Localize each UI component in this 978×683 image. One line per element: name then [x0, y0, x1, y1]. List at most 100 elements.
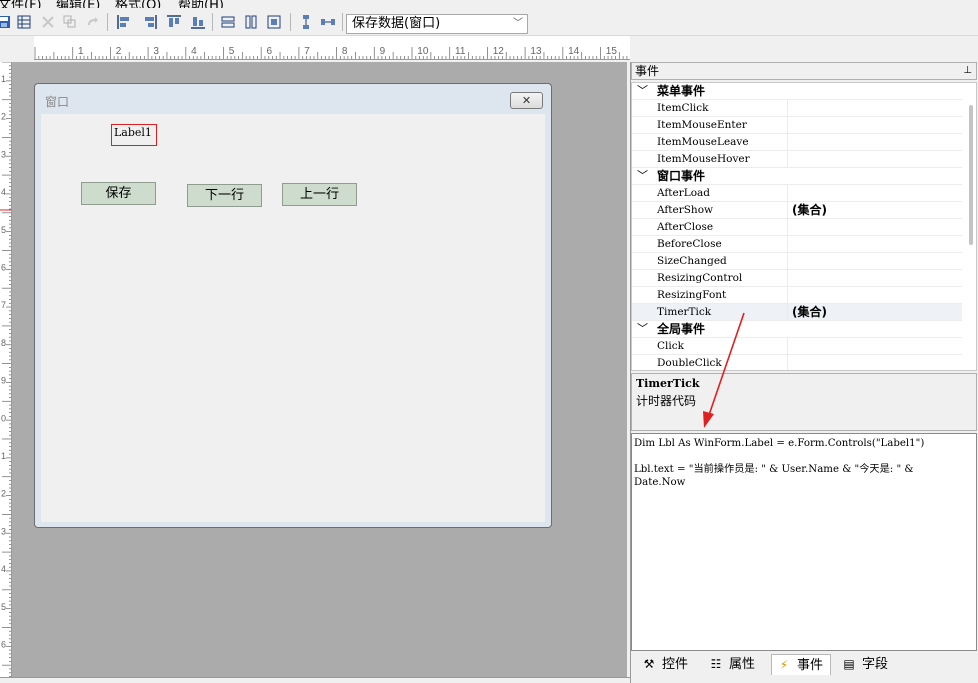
event-category[interactable]: ﹀ 全局事件: [632, 321, 962, 338]
category-label: 全局事件: [657, 322, 706, 336]
ruler-label: 6: [1, 640, 6, 650]
ruler-label: 8: [342, 46, 348, 57]
events-panel: 事件 ⊥ ﹀ 菜单事件 ItemClick ItemMouseEnter ItemMou…: [630, 62, 978, 683]
redo-icon[interactable]: [84, 14, 100, 30]
code-line: Date.Now: [634, 477, 686, 488]
event-name: ResizingControl: [657, 270, 788, 287]
code-editor[interactable]: Dim Lbl As WinForm.Label = e.Form.Contro…: [631, 433, 977, 651]
align-right-icon[interactable]: [142, 14, 158, 30]
event-row[interactable]: ItemMouseHover: [632, 151, 962, 168]
event-row[interactable]: TimerTick (集合): [632, 304, 962, 321]
tab-controls[interactable]: ⚒ 控件: [641, 654, 703, 675]
toolbar-separator: [342, 13, 343, 31]
event-row[interactable]: ResizingControl: [632, 270, 962, 287]
align-top-icon[interactable]: [166, 14, 182, 30]
panel-tabs: ⚒ 控件 ☷ 属性 ⚡ 事件 ▤ 字段: [631, 653, 977, 677]
event-row[interactable]: AfterShow (集合): [632, 202, 962, 219]
event-row[interactable]: AfterClose: [632, 219, 962, 236]
copy-icon[interactable]: [62, 14, 78, 30]
save-button[interactable]: 保存: [81, 182, 156, 205]
event-row[interactable]: Click: [632, 338, 962, 355]
same-height-icon[interactable]: [243, 14, 259, 30]
description-text: 计时器代码: [636, 394, 697, 408]
vertical-spacing-icon[interactable]: [298, 14, 314, 30]
toolbar-separator: [212, 13, 213, 31]
ruler-label: 3: [1, 526, 6, 536]
ruler-label: 15: [606, 46, 618, 57]
toolbar: 保存数据(窗口) ﹀: [0, 8, 978, 36]
chevron-down-icon[interactable]: ﹀: [637, 321, 648, 337]
tab-events[interactable]: ⚡ 事件: [771, 654, 831, 675]
align-bottom-icon[interactable]: [190, 14, 206, 30]
chevron-down-icon[interactable]: ﹀: [637, 83, 648, 99]
event-name: ResizingFont: [657, 287, 788, 304]
ruler-label: 3: [1, 149, 6, 159]
event-description: TimerTick 计时器代码: [631, 373, 977, 431]
event-row[interactable]: BeforeClose: [632, 236, 962, 253]
tab-properties[interactable]: ☷ 属性: [708, 654, 770, 675]
next-row-button[interactable]: 下一行: [187, 184, 262, 207]
event-name: ItemClick: [657, 100, 788, 117]
event-name: AfterLoad: [657, 185, 788, 202]
event-value: (集合): [792, 305, 827, 319]
horizontal-spacing-icon[interactable]: [320, 14, 336, 30]
form-body[interactable]: Label1 保存 下一行 上一行: [41, 114, 545, 522]
ruler-label: 8: [1, 338, 6, 348]
align-left-icon[interactable]: [116, 14, 132, 30]
vertical-ruler: 1 2 3 4 5 6 7 8 9 0 1 2 3 4 5 6: [0, 62, 12, 677]
properties-icon: ☷: [710, 657, 722, 671]
event-category[interactable]: ﹀ 窗口事件: [632, 168, 962, 185]
ruler-label: 4: [1, 187, 6, 197]
event-row[interactable]: ItemClick: [632, 100, 962, 117]
chevron-down-icon[interactable]: ﹀: [637, 168, 648, 184]
event-name: ItemMouseHover: [657, 151, 788, 168]
grid-icon[interactable]: [16, 14, 32, 30]
form-title: 窗口: [45, 95, 70, 109]
event-row[interactable]: AfterLoad: [632, 185, 962, 202]
events-panel-title: 事件: [635, 64, 660, 78]
tab-fields[interactable]: ▤ 字段: [841, 654, 903, 675]
event-name: ItemMouseEnter: [657, 117, 788, 134]
tab-label: 属性: [729, 657, 756, 672]
tools-icon: ⚒: [643, 657, 655, 671]
code-line: Lbl.text = "当前操作员是: " & User.Name & "今天是…: [634, 464, 914, 475]
delete-icon[interactable]: [40, 14, 56, 30]
event-category[interactable]: ﹀ 菜单事件: [632, 83, 962, 100]
menu-edit[interactable]: 编辑(E): [56, 0, 100, 8]
control-select[interactable]: 保存数据(窗口) ﹀: [346, 14, 528, 34]
ruler-label: 1: [78, 46, 84, 57]
menu-help[interactable]: 帮助(H): [178, 0, 224, 8]
event-row[interactable]: ItemMouseLeave: [632, 134, 962, 151]
ruler-label: 7: [304, 46, 310, 57]
pin-icon[interactable]: ⊥: [963, 63, 972, 79]
event-grid[interactable]: ﹀ 菜单事件 ItemClick ItemMouseEnter ItemMouseLea…: [631, 82, 977, 371]
event-name: DoubleClick: [657, 355, 788, 370]
event-row[interactable]: SizeChanged: [632, 253, 962, 270]
ruler-label: 13: [530, 46, 542, 57]
ruler-label: 4: [191, 46, 197, 57]
design-canvas[interactable]: 窗口 ✕ Label1 保存 下一行 上一行: [12, 62, 627, 677]
prev-row-button[interactable]: 上一行: [282, 183, 357, 206]
ruler-label: 1: [1, 451, 6, 461]
event-name: AfterClose: [657, 219, 788, 236]
event-row[interactable]: ItemMouseEnter: [632, 117, 962, 134]
menu-file[interactable]: 文件(F): [0, 0, 42, 8]
menu-format[interactable]: 格式(O): [115, 0, 161, 8]
same-size-icon[interactable]: [266, 14, 282, 30]
scrollbar[interactable]: [969, 105, 973, 245]
ruler-label: 6: [267, 46, 273, 57]
event-row[interactable]: ResizingFont: [632, 287, 962, 304]
event-row[interactable]: DoubleClick: [632, 355, 962, 370]
ruler-label: 5: [1, 602, 6, 612]
label1-control[interactable]: Label1: [111, 124, 157, 146]
close-icon[interactable]: ✕: [510, 92, 543, 109]
event-name: TimerTick: [657, 304, 788, 321]
same-width-icon[interactable]: [220, 14, 236, 30]
event-name: ItemMouseLeave: [657, 134, 788, 151]
save-icon[interactable]: [0, 14, 12, 30]
form-window[interactable]: 窗口 ✕ Label1 保存 下一行 上一行: [34, 83, 552, 528]
ruler-label: 6: [1, 263, 6, 273]
chevron-down-icon[interactable]: ﹀: [513, 15, 523, 33]
ruler-label: 3: [153, 46, 159, 57]
